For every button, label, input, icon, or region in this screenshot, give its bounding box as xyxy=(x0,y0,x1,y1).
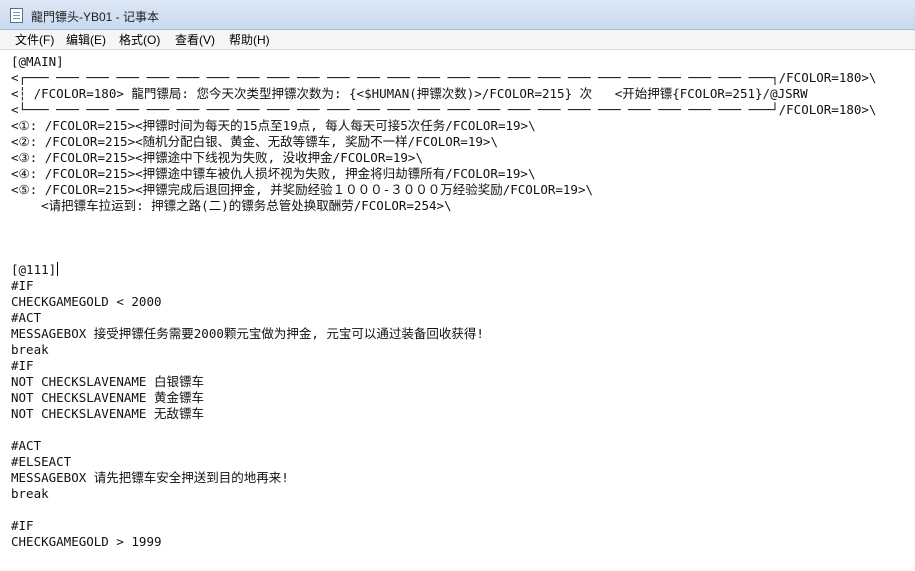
editor-line: <┆ /FCOLOR=180> 龍門镖局: 您今天次类型押镖次数为: {<$HU… xyxy=(11,86,808,101)
editor-line: <请把镖车拉运到: 押镖之路(二)的镖务总管处换取酬劳/FCOLOR=254>\ xyxy=(11,198,452,213)
editor-line: NOT CHECKSLAVENAME 白银镖车 xyxy=(11,374,204,389)
editor-line: break xyxy=(11,342,49,357)
editor-line: NOT CHECKSLAVENAME 黄金镖车 xyxy=(11,390,204,405)
editor-line-text: [@111] xyxy=(11,262,57,277)
editor-line: <①: /FCOLOR=215><押镖时间为每天的15点至19点, 每人每天可接… xyxy=(11,118,536,133)
text-caret xyxy=(57,262,59,276)
text-editor[interactable]: [@MAIN] <┌─── ─── ─── ─── ─── ─── ─── ──… xyxy=(0,50,915,571)
editor-line: #IF xyxy=(11,518,34,533)
editor-line: <④: /FCOLOR=215><押镖途中镖车被仇人损坏视为失败, 押金将归劫镖… xyxy=(11,166,536,181)
editor-line: CHECKGAMEGOLD > 1999 xyxy=(11,534,162,549)
notepad-icon xyxy=(10,8,23,23)
editor-line: MESSAGEBOX 接受押镖任务需要2000颗元宝做为押金, 元宝可以通过装备… xyxy=(11,326,484,341)
editor-line-with-caret: [@111] xyxy=(11,262,59,278)
window-title: 龍門镖头-YB01 - 记事本 xyxy=(31,10,160,24)
editor-line: <②: /FCOLOR=215><随机分配白银、黄金、无敌等镖车, 奖励不一样/… xyxy=(11,134,498,149)
editor-line: NOT CHECKSLAVENAME 无敌镖车 xyxy=(11,406,204,421)
title-bar: 龍門镖头-YB01 - 记事本 xyxy=(0,0,915,30)
editor-line: #IF xyxy=(11,358,34,373)
editor-line: [@MAIN] xyxy=(11,54,64,69)
menu-bar: 文件(F) 编辑(E) 格式(O) 查看(V) 帮助(H) xyxy=(0,30,915,50)
editor-line: #IF xyxy=(11,278,34,293)
editor-line: <┌─── ─── ─── ─── ─── ─── ─── ─── ─── ──… xyxy=(11,70,877,85)
menu-file[interactable]: 文件(F) xyxy=(12,32,57,48)
editor-line: #ACT xyxy=(11,438,42,453)
editor-line: CHECKGAMEGOLD < 2000 xyxy=(11,294,162,309)
editor-line: MESSAGEBOX 请先把镖车安全押送到目的地再来! xyxy=(11,470,289,485)
editor-line: <└─── ─── ─── ─── ─── ─── ─── ─── ─── ──… xyxy=(11,102,877,117)
menu-view[interactable]: 查看(V) xyxy=(172,32,218,48)
editor-line: <③: /FCOLOR=215><押镖途中下线视为失败, 没收押金/FCOLOR… xyxy=(11,150,423,165)
menu-edit[interactable]: 编辑(E) xyxy=(63,32,109,48)
menu-format[interactable]: 格式(O) xyxy=(116,32,163,48)
editor-line: #ELSEACT xyxy=(11,454,72,469)
editor-line: break xyxy=(11,486,49,501)
editor-line: #ACT xyxy=(11,310,42,325)
menu-help[interactable]: 帮助(H) xyxy=(226,32,273,48)
editor-line: <⑤: /FCOLOR=215><押镖完成后退回押金, 并奖励经验１０００-３０… xyxy=(11,182,594,197)
